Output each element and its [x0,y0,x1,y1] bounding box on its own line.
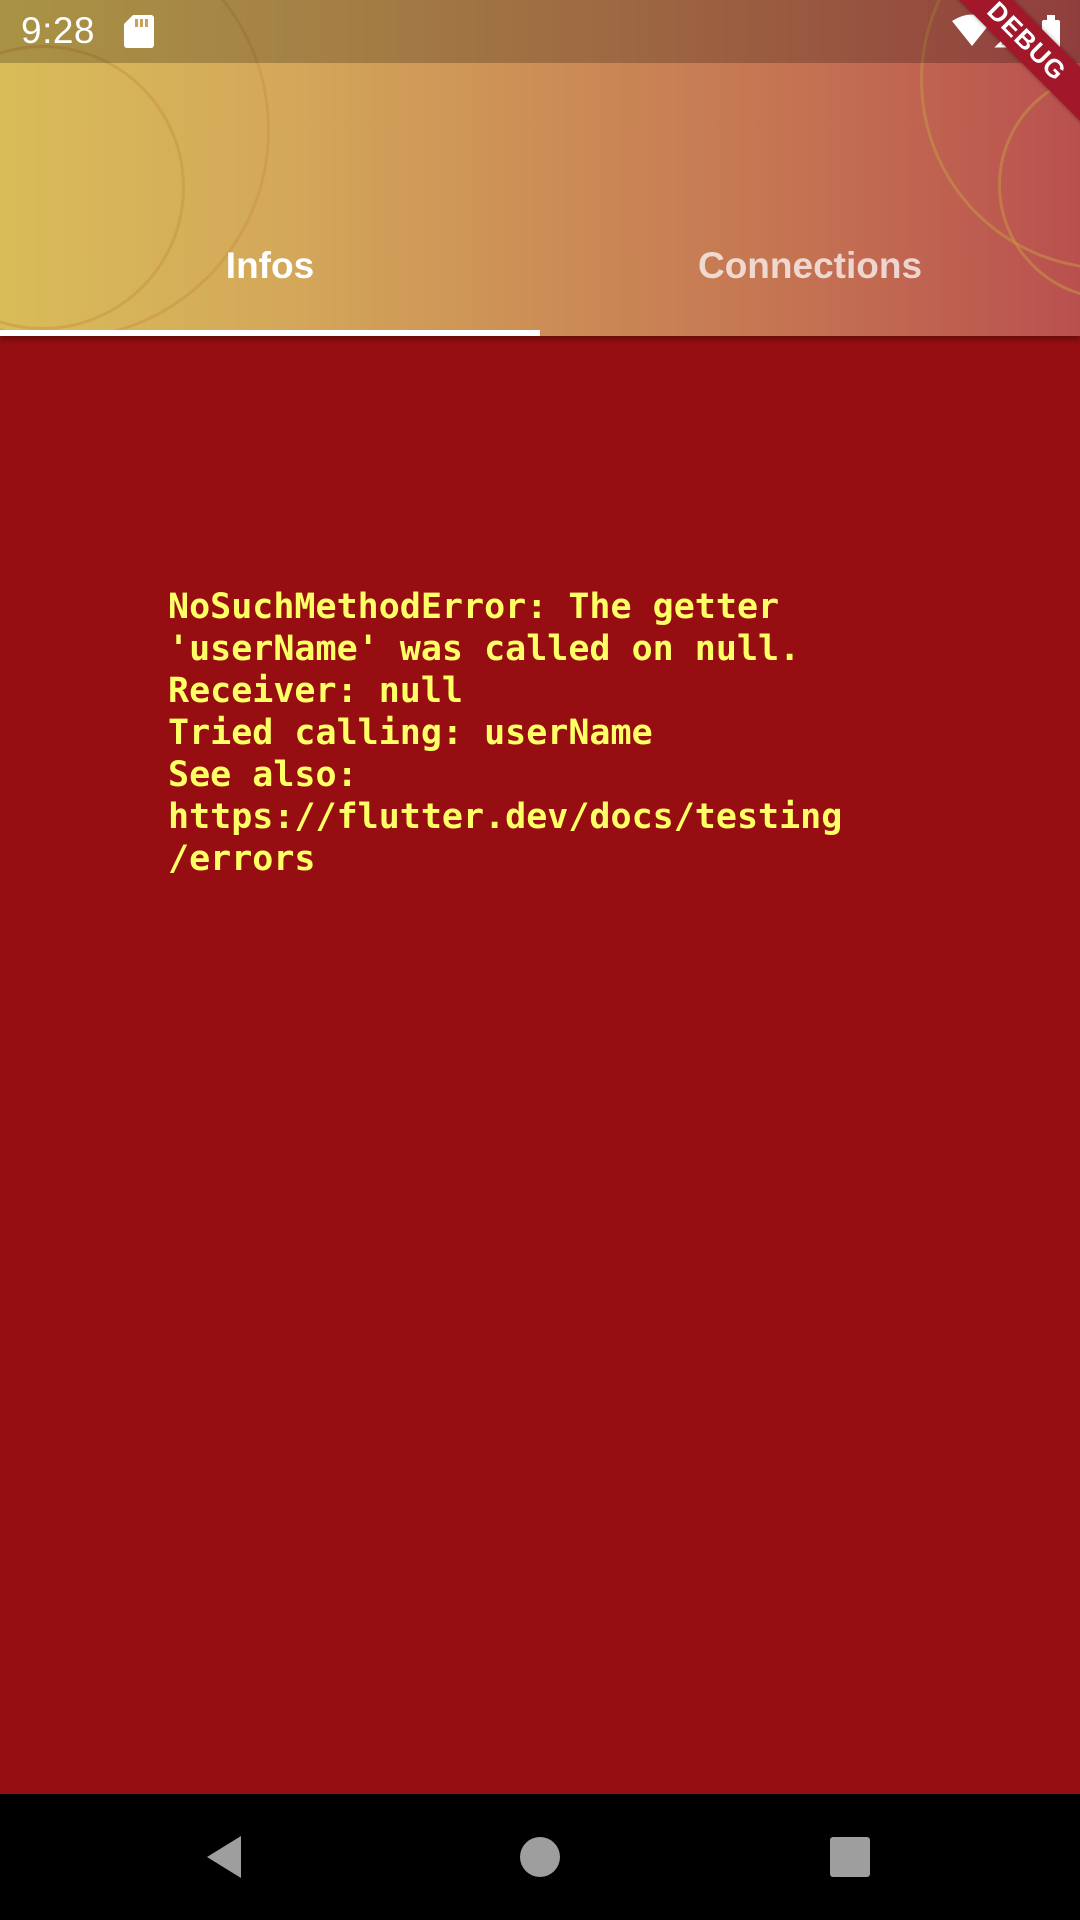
tab-selected-indicator [0,330,540,336]
tab-infos[interactable]: Infos [0,220,540,336]
status-time: 9:28 [21,10,96,51]
home-icon[interactable] [507,1824,573,1890]
navigation-bar [0,1794,1080,1920]
app-screen: 9:28 Infos Connections DEBUG NoSuchMetho… [0,0,1080,1920]
error-screen: NoSuchMethodError: The getter 'userName'… [0,336,1080,1794]
tab-bar: Infos Connections [0,220,1080,336]
error-message: NoSuchMethodError: The getter 'userName'… [168,587,843,879]
sd-card-icon [124,15,154,48]
app-header: 9:28 Infos Connections [0,0,1080,336]
back-icon[interactable] [193,1824,259,1890]
status-bar: 9:28 [0,0,1080,63]
recents-icon[interactable] [817,1824,883,1890]
tab-connections[interactable]: Connections [540,220,1080,336]
